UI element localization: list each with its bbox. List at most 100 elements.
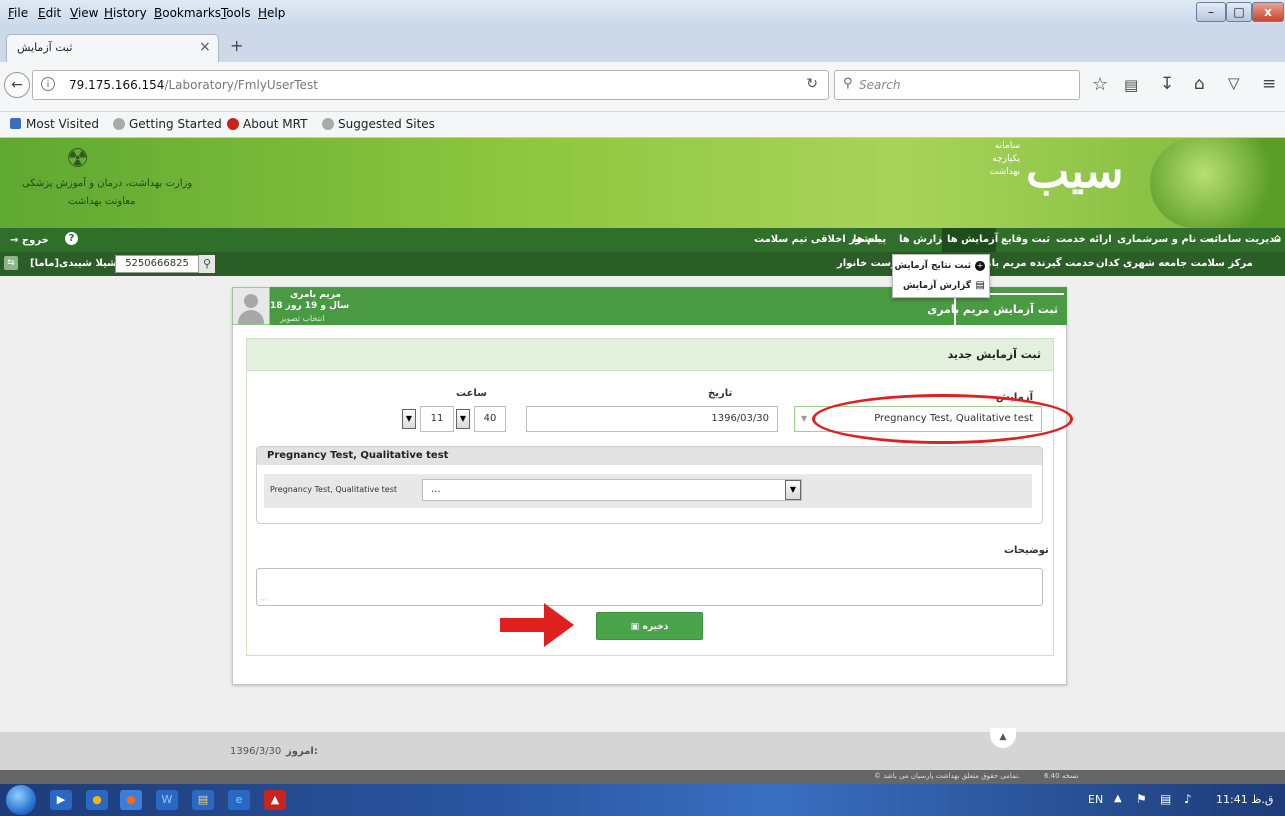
hour-select[interactable]: 11	[420, 406, 454, 432]
reading-list-icon[interactable]: ▤	[1124, 76, 1138, 94]
nav-service[interactable]: ارائه خدمت	[1056, 234, 1112, 245]
result-select[interactable]: ...	[422, 479, 802, 501]
menu-bookmarks[interactable]: Bookmarks	[154, 6, 221, 20]
home-icon[interactable]: ⌂	[1194, 74, 1205, 94]
tray-network-icon[interactable]: ▤	[1160, 792, 1171, 806]
patient-age: 18 سال و 19 روز	[270, 301, 350, 311]
nav-system-management[interactable]: مدیریت سامانه	[1208, 234, 1281, 245]
language-indicator[interactable]: EN	[1088, 793, 1103, 806]
maximize-button[interactable]: □	[1226, 2, 1252, 22]
minute-dropdown-arrow-icon[interactable]: ▼	[456, 409, 470, 429]
tests-dropdown-menu: + ثبت نتایج آزمایش ▤ گزارش آزمایش	[892, 254, 990, 298]
arrow-annotation-shaft	[500, 618, 544, 632]
menu-edit[interactable]: Edit	[38, 6, 61, 20]
close-button[interactable]: x	[1252, 2, 1284, 22]
switch-user-icon[interactable]: ⇆	[4, 256, 18, 270]
save-button-label: ذخیره	[642, 622, 669, 632]
tray-volume-icon[interactable]: ♪	[1184, 792, 1192, 806]
menu-item-register-results[interactable]: + ثبت نتایج آزمایش	[893, 259, 991, 275]
avatar[interactable]	[232, 287, 270, 325]
choose-photo-link[interactable]: انتخاب تصویر	[280, 314, 324, 323]
help-icon[interactable]: ?	[65, 232, 78, 245]
home-icon[interactable]: ⌂	[1274, 233, 1281, 244]
version-text: نسخه 6.40	[1044, 772, 1079, 780]
apple-image	[1150, 138, 1285, 228]
national-code-input[interactable]: 5250666825	[115, 255, 199, 273]
result-panel-header: Pregnancy Test, Qualitative test	[257, 447, 1042, 465]
hour-dropdown-arrow-icon[interactable]: ▼	[402, 409, 416, 429]
menu-file[interactable]: File	[8, 6, 28, 20]
nav-messages[interactable]: پیام ها	[853, 234, 886, 245]
url-bar[interactable]: i 79.175.166.154/Laboratory/FmlyUserTest…	[32, 70, 829, 100]
taskbar-media-icon[interactable]: ▶	[50, 790, 72, 810]
bookmark-most-visited[interactable]: Most Visited	[26, 117, 99, 131]
label-time: ساعت	[456, 388, 488, 399]
menu-item-test-report[interactable]: ▤ گزارش آزمایش	[893, 279, 991, 295]
iran-emblem-icon: ☢	[66, 144, 90, 174]
exit-link[interactable]: خروج	[22, 235, 49, 246]
bookmarks-toolbar-icon	[10, 118, 21, 129]
url-host: 79.175.166.154	[69, 78, 165, 92]
avatar-head	[244, 294, 258, 308]
highlight-ellipse	[812, 394, 1073, 444]
globe-icon	[322, 118, 334, 130]
taskbar-explorer-icon[interactable]: ▤	[192, 790, 214, 810]
scroll-top-button[interactable]: ▲	[990, 728, 1016, 748]
info-icon[interactable]: i	[41, 77, 55, 91]
taskbar-chrome-icon[interactable]: ●	[86, 790, 108, 810]
back-arrow-icon[interactable]: ←	[4, 72, 30, 98]
taskbar-ie-icon[interactable]: e	[228, 790, 250, 810]
result-dropdown-arrow-icon[interactable]: ▼	[785, 480, 801, 500]
taskbar-pdf-icon[interactable]: ▲	[264, 790, 286, 810]
menu-history[interactable]: History	[104, 6, 147, 20]
tray-flag-icon[interactable]: ⚑	[1136, 792, 1147, 806]
copyright-text: © تمامی حقوق متعلق بهداشت پارسیان می باش…	[874, 772, 1021, 780]
start-button[interactable]	[6, 785, 36, 815]
bookmark-star-icon[interactable]: ☆	[1092, 74, 1108, 95]
resize-grip-icon: ⋯	[260, 596, 267, 604]
nav-reports[interactable]: گزارش ها	[899, 234, 948, 245]
reload-icon[interactable]: ↻	[806, 76, 818, 92]
bookmark-about-mrt[interactable]: About MRT	[243, 117, 307, 131]
tab-close-icon[interactable]: ×	[199, 39, 211, 55]
chevron-down-icon: ▼	[801, 414, 808, 423]
notes-textarea[interactable]: ⋯	[256, 568, 1043, 606]
date-input[interactable]: 1396/03/30	[526, 406, 778, 432]
exit-icon: →	[10, 235, 19, 246]
hamburger-menu-icon[interactable]: ≡	[1262, 74, 1276, 94]
card-title-tab-inner: ثبت آزمایش مریم بامری	[927, 295, 1064, 325]
url-path: /Laboratory/FmlyUserTest	[164, 78, 318, 92]
tab-title: ثبت آزمایش	[17, 41, 73, 54]
download-icon[interactable]: ↧	[1160, 74, 1174, 94]
menu-view[interactable]: View	[70, 6, 98, 20]
nav-tests[interactable]: آزمایش ها	[947, 234, 998, 245]
clock[interactable]: 11:41 ق.ظ	[1216, 793, 1273, 806]
pocket-icon[interactable]: ▽	[1228, 74, 1240, 92]
current-user[interactable]: شیلا شیبدی[ماما]	[30, 258, 117, 269]
avatar-body	[238, 310, 264, 324]
browser-tab[interactable]: ثبت آزمایش ×	[6, 34, 219, 62]
nav-registration[interactable]: ثبت نام و سرشماری	[1117, 234, 1218, 245]
nav-events[interactable]: ثبت وقایع	[1001, 234, 1050, 245]
taskbar-word-icon[interactable]: W	[156, 790, 178, 810]
search-icon[interactable]: ⚲	[199, 255, 215, 273]
menu-tools[interactable]: Tools	[221, 6, 251, 20]
bookmark-getting-started[interactable]: Getting Started	[129, 117, 222, 131]
bookmark-suggested-sites[interactable]: Suggested Sites	[338, 117, 435, 131]
search-input[interactable]: Search	[859, 78, 901, 92]
menu-help[interactable]: Help	[258, 6, 285, 20]
tray-expand-icon[interactable]: ▲	[1114, 793, 1122, 804]
section-title: ثبت آزمایش جدید	[947, 348, 1041, 361]
minimize-button[interactable]: –	[1196, 2, 1226, 22]
main-nav: → خروج ? منشور اخلاقی تیم سلامت پیام ها …	[0, 228, 1285, 252]
new-tab-button[interactable]: +	[230, 36, 243, 55]
bookmarks-bar: Most Visited Getting Started About MRT S…	[0, 112, 1285, 138]
menu-item-test-report-label: گزارش آزمایش	[903, 281, 971, 291]
minute-select[interactable]: 40	[474, 406, 506, 432]
taskbar-firefox-icon[interactable]: ●	[120, 790, 142, 810]
search-icon: ⚲	[843, 76, 853, 91]
save-button[interactable]: ▣ ذخیره	[596, 612, 703, 640]
health-center-link[interactable]: مرکز سلامت جامعه شهری کدان	[1096, 258, 1253, 269]
search-box[interactable]: ⚲ Search	[834, 70, 1080, 100]
brand-subtitle: سامانه یکپارچه بهداشت	[989, 141, 1020, 177]
